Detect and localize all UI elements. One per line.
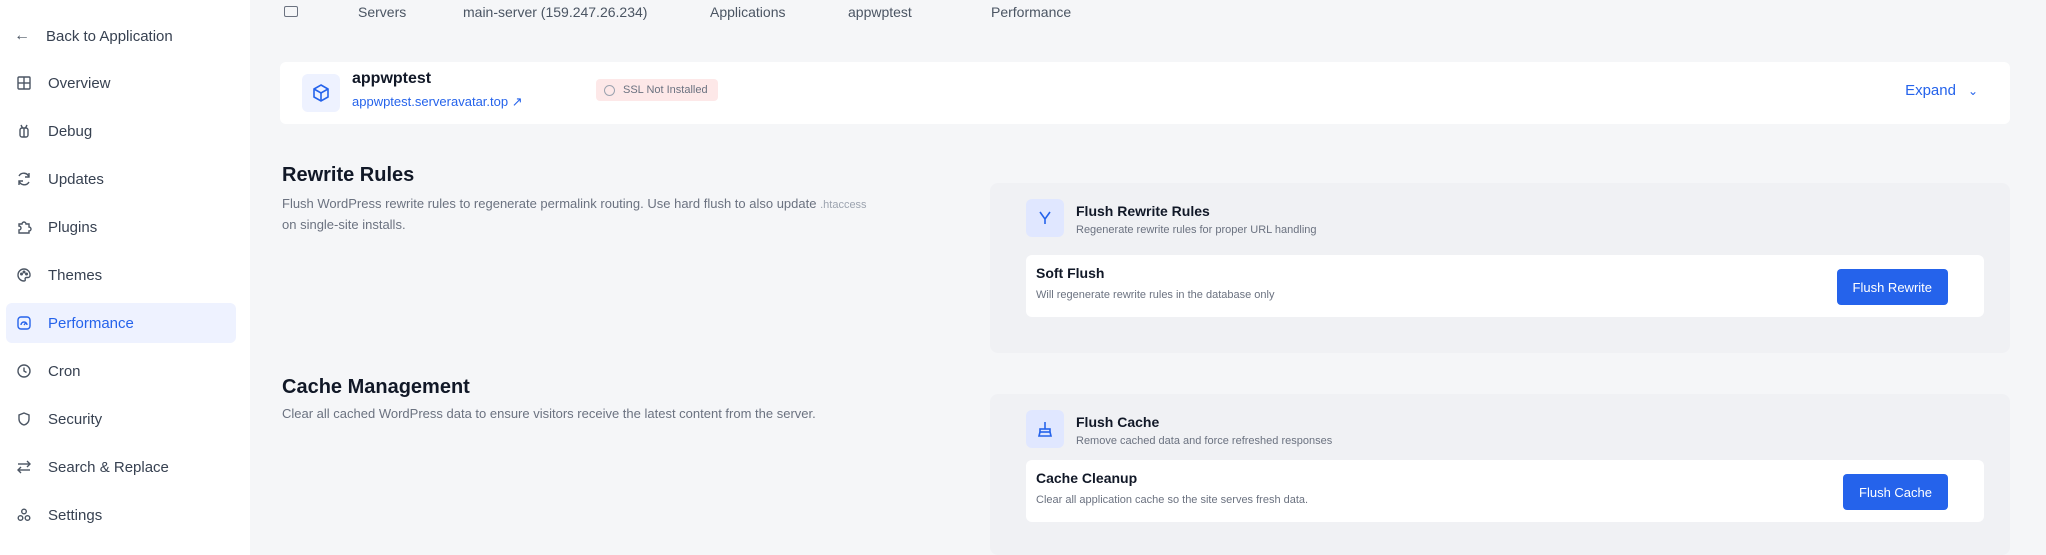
rewrite-desc-line2: on single-site installs. xyxy=(282,217,406,232)
cache-cleanup-title: Cache Cleanup xyxy=(1036,470,1138,486)
sidebar-item-label: Cron xyxy=(48,362,81,380)
breadcrumb-servers[interactable]: Servers xyxy=(358,4,406,20)
cog-icon xyxy=(17,508,31,521)
back-label: Back to Application xyxy=(46,27,173,45)
sidebar-item-search-replace[interactable]: Search & Replace xyxy=(6,447,236,487)
breadcrumb-applications[interactable]: Applications xyxy=(710,4,786,20)
ssl-status-text: SSL Not Installed xyxy=(623,84,708,96)
sidebar-item-settings[interactable]: Settings xyxy=(6,495,236,535)
flush-rewrite-panel: Flush Rewrite Rules Regenerate rewrite r… xyxy=(990,183,2010,353)
arrow-left-icon: ← xyxy=(14,27,30,44)
app-card: appwptest appwptest.serveravatar.top ↗ S… xyxy=(280,62,2010,124)
breadcrumb-app[interactable]: appwptest xyxy=(848,4,912,20)
swap-icon xyxy=(17,460,31,474)
sidebar-item-label: Plugins xyxy=(48,218,98,236)
sidebar-item-label: Overview xyxy=(48,74,111,92)
gauge-icon xyxy=(17,316,31,330)
funnel-icon xyxy=(1026,199,1064,237)
bug-icon xyxy=(19,124,29,138)
sidebar-item-label: Search & Replace xyxy=(48,458,169,476)
cache-management-description: Clear all cached WordPress data to ensur… xyxy=(282,406,816,421)
back-to-application-link[interactable]: ← Back to Application xyxy=(14,24,173,48)
sidebar-item-performance[interactable]: Performance xyxy=(6,303,236,343)
sidebar-toggle-icon[interactable] xyxy=(284,6,298,17)
sidebar-item-label: Debug xyxy=(48,122,93,140)
rewrite-desc-text: Flush WordPress rewrite rules to regener… xyxy=(282,196,817,211)
sidebar: ← Back to Application Overview Debug Upd… xyxy=(0,0,250,555)
ssl-status-badge: SSL Not Installed xyxy=(596,79,718,101)
htaccess-code: .htaccess xyxy=(820,199,867,211)
rewrite-rules-title: Rewrite Rules xyxy=(282,164,415,186)
sidebar-item-debug[interactable]: Debug xyxy=(6,111,236,151)
breadcrumb-current: Performance xyxy=(991,4,1072,20)
sidebar-item-cron[interactable]: Cron xyxy=(6,351,236,391)
soft-flush-subtitle: Will regenerate rewrite rules in the dat… xyxy=(1036,289,1275,301)
flush-rewrite-button[interactable]: Flush Rewrite xyxy=(1836,269,1948,305)
grid-icon xyxy=(17,76,31,90)
chevron-down-icon: ⌄ xyxy=(1967,83,1978,98)
sidebar-item-label: Updates xyxy=(48,170,104,188)
cube-icon xyxy=(302,74,340,112)
flush-cache-button[interactable]: Flush Cache xyxy=(1843,474,1948,510)
sidebar-item-security[interactable]: Security xyxy=(6,399,236,439)
refresh-icon xyxy=(18,172,30,186)
sidebar-item-label: Settings xyxy=(48,506,103,524)
clock-icon xyxy=(17,364,31,378)
soft-flush-row: Soft Flush Will regenerate rewrite rules… xyxy=(1026,255,1984,317)
sidebar-item-themes[interactable]: Themes xyxy=(6,255,236,295)
sidebar-item-updates[interactable]: Updates xyxy=(6,159,236,199)
flush-rewrite-subtitle: Regenerate rewrite rules for proper URL … xyxy=(1076,224,1317,236)
flush-cache-subtitle: Remove cached data and force refreshed r… xyxy=(1076,435,1333,447)
sidebar-item-plugins[interactable]: Plugins xyxy=(6,207,236,247)
sidebar-item-overview[interactable]: Overview xyxy=(6,63,236,103)
shield-icon xyxy=(18,412,30,426)
cache-cleanup-subtitle: Clear all application cache so the site … xyxy=(1036,494,1309,506)
flush-cache-panel: Flush Cache Remove cached data and force… xyxy=(990,394,2010,555)
app-url-link[interactable]: appwptest.serveravatar.top ↗ xyxy=(352,94,523,110)
cache-cleanup-row: Cache Cleanup Clear all application cach… xyxy=(1026,460,1984,522)
rewrite-rules-description: Flush WordPress rewrite rules to regener… xyxy=(282,194,982,234)
breadcrumb-server[interactable]: main-server (159.247.26.234) xyxy=(463,4,647,20)
broom-icon xyxy=(1026,410,1064,448)
flush-rewrite-title: Flush Rewrite Rules xyxy=(1076,203,1210,219)
puzzle-icon xyxy=(18,221,32,234)
expand-button[interactable]: Expand ⌄ xyxy=(1905,82,1978,99)
breadcrumb: Servers main-server (159.247.26.234) App… xyxy=(250,0,2046,26)
sidebar-item-label: Security xyxy=(48,410,103,428)
soft-flush-title: Soft Flush xyxy=(1036,265,1105,281)
sidebar-nav: Overview Debug Updates Plugins Themes Pe… xyxy=(6,63,236,543)
app-name: appwptest xyxy=(352,70,432,87)
expand-label: Expand xyxy=(1905,82,1956,99)
sidebar-item-label: Performance xyxy=(48,314,134,332)
sidebar-item-label: Themes xyxy=(48,266,103,284)
ssl-icon xyxy=(604,84,615,96)
palette-icon xyxy=(17,268,31,282)
cache-management-title: Cache Management xyxy=(282,376,470,398)
app-url-text: appwptest.serveravatar.top xyxy=(352,94,509,109)
external-link-icon: ↗ xyxy=(511,94,523,109)
flush-cache-title: Flush Cache xyxy=(1076,414,1160,430)
